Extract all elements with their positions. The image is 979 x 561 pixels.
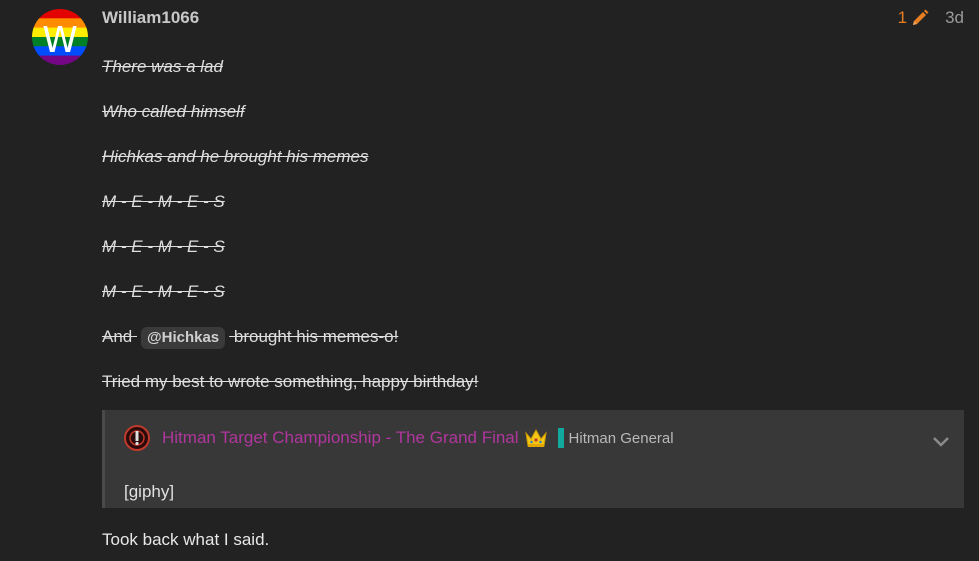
poem-line: M - E - M - E - S [102,192,225,211]
forum-post: W William1066 1 3d There was a lad Who c… [0,0,979,561]
category-color-bar [557,428,564,448]
birthday-line: Tried my best to wrote something, happy … [102,372,479,391]
mention-line: And @Hichkas brought his memes-o! [102,326,964,349]
post-date[interactable]: 3d [945,8,964,28]
poem-line: M - E - M - E - S [102,237,225,256]
quoted-topic: Hitman Target Championship - The Grand F… [102,410,964,508]
mention-line-before: And [102,327,133,346]
post-body: There was a lad Who called himself Hichk… [102,56,964,550]
user-mention[interactable]: @Hichkas [140,327,226,349]
poem-line: Hichkas and he brought his memes [102,147,369,166]
crown-emoji [524,428,547,447]
edit-history-button[interactable]: 1 [898,8,929,28]
quoted-topic-link[interactable]: Hitman Target Championship - The Grand F… [162,428,519,448]
poem-line: M - E - M - E - S [102,282,225,301]
edit-count: 1 [897,8,908,27]
category-name: Hitman General [568,429,674,447]
username[interactable]: William1066 [102,8,199,28]
quoted-topic-title-row: Hitman Target Championship - The Grand F… [124,425,674,451]
quoted-content: [giphy] [124,482,175,501]
poem-line: There was a lad [102,57,223,76]
mention-line-after: brought his memes-o! [233,327,399,346]
category-badge[interactable]: Hitman General [557,428,674,448]
chevron-down-icon[interactable] [932,436,950,448]
pencil-icon [913,9,929,25]
closing-line: Took back what I said. [102,530,270,549]
hitman-logo-icon [124,425,150,451]
avatar-letter: W [42,20,78,61]
rainbow-avatar-icon: W [32,9,88,65]
post-meta: 1 3d [898,8,964,28]
poem-line: Who called himself [102,102,245,121]
avatar[interactable]: W [32,9,88,65]
